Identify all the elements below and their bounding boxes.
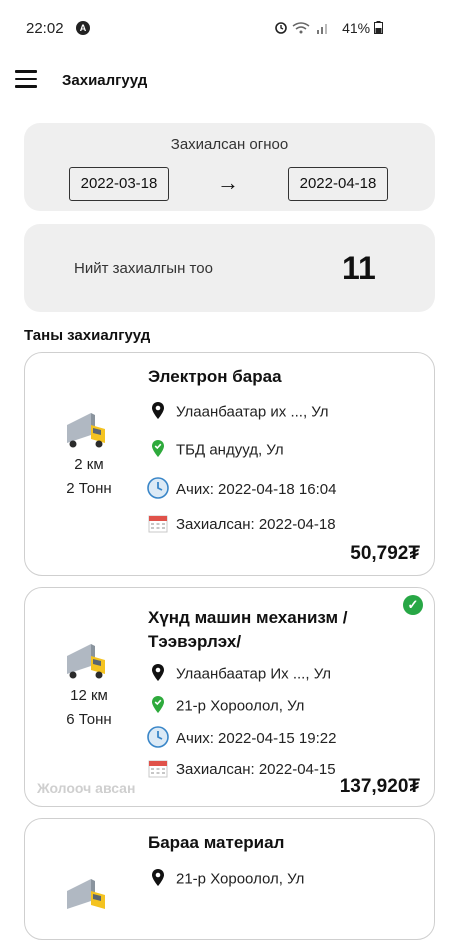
order-name: Электрон бараа [148, 367, 282, 386]
clock-icon [147, 477, 169, 499]
order-from-row: 21-р Хороолол, Ул [147, 869, 304, 890]
truck-icon [67, 644, 105, 679]
menu-icon[interactable] [15, 70, 37, 88]
status-icons [275, 21, 335, 40]
order-departure-row: Ачих: 2022-04-15 19:22 [147, 726, 336, 752]
order-card[interactable]: Электрон бараа 2 км 2 Тонн Улаанбаатар и… [24, 352, 435, 576]
total-orders-label: Нийт захиалгын тоо [74, 260, 213, 277]
pin-icon [152, 869, 164, 886]
order-to: 21-р Хороолол, Ул [176, 697, 305, 715]
status-bar: 22:02 A 41% [0, 0, 455, 60]
summary-panel: Нийт захиалгын тоо 11 [24, 224, 435, 312]
from-date-field[interactable]: 2022-03-18 [69, 167, 169, 201]
order-card[interactable]: ✓ Хүнд машин механизм / Тээвэрлэх/ 12 км… [24, 587, 435, 807]
order-from: Улаанбаатар их ..., Ул [176, 403, 329, 421]
order-to: ТБД андууд, Ул [176, 441, 284, 459]
status-badge: Жолооч авсан [37, 780, 136, 796]
battery-percent: 41% [342, 20, 371, 36]
order-from: Улаанбаатар Их ..., Ул [176, 665, 331, 683]
order-departure-row: Ачих: 2022-04-18 16:04 [147, 477, 336, 503]
battery-icon [374, 21, 383, 34]
order-card[interactable]: Бараа материал 21-р Хороолол, Ул [24, 818, 435, 940]
truck-icon [67, 413, 105, 448]
order-from-row: Улаанбаатар их ..., Ул [147, 402, 329, 423]
check-pin-icon [152, 696, 164, 713]
to-date-field[interactable]: 2022-04-18 [288, 167, 388, 201]
order-distance: 2 км [74, 456, 104, 473]
a-icon: A [76, 21, 90, 35]
date-filter-label: Захиалсан огноо [170, 136, 289, 153]
check-pin-icon [152, 440, 164, 457]
order-to-row: 21-р Хороолол, Ул [147, 696, 304, 717]
order-name: Бараа материал [148, 833, 285, 852]
order-price: 137,920₮ [339, 776, 420, 797]
order-ordered-row: Захиалсан: 2022-04-18 [147, 513, 336, 537]
order-departure: Ачих: 2022-04-15 19:22 [176, 729, 337, 747]
order-ordered: Захиалсан: 2022-04-15 [176, 760, 336, 778]
order-ordered-row: Захиалсан: 2022-04-15 [147, 758, 336, 782]
calendar-icon [148, 515, 168, 533]
arrow-right-icon: → [217, 170, 239, 195]
order-ordered: Захиалсан: 2022-04-18 [176, 515, 336, 533]
battery-label: 41% [342, 20, 383, 36]
order-distance: 12 км [70, 687, 108, 704]
page-title: Захиалгууд [62, 72, 148, 89]
order-from: 21-р Хороолол, Ул [176, 870, 305, 888]
status-time: 22:02 [26, 20, 64, 37]
truck-icon [67, 879, 105, 909]
check-icon: ✓ [403, 595, 423, 615]
total-orders-count: 11 [342, 250, 376, 286]
calendar-icon [148, 760, 168, 778]
order-weight: 2 Тонн [66, 480, 112, 497]
pin-icon [152, 664, 164, 681]
order-weight: 6 Тонн [66, 711, 112, 728]
order-from-row: Улаанбаатар Их ..., Ул [147, 664, 331, 685]
order-price: 50,792₮ [350, 543, 420, 564]
app-bar: Захиалгууд [0, 60, 455, 104]
section-title: Таны захиалгууд [24, 327, 151, 344]
pin-icon [152, 402, 164, 419]
alarm-wifi-signal-icon [275, 22, 327, 34]
clock-icon [147, 726, 169, 748]
order-departure: Ачих: 2022-04-18 16:04 [176, 480, 337, 498]
date-filter-panel: Захиалсан огноо 2022-03-18 → 2022-04-18 [24, 123, 435, 211]
order-to-row: ТБД андууд, Ул [147, 440, 284, 461]
order-name: Хүнд машин механизм / Тээвэрлэх/ [148, 608, 348, 651]
